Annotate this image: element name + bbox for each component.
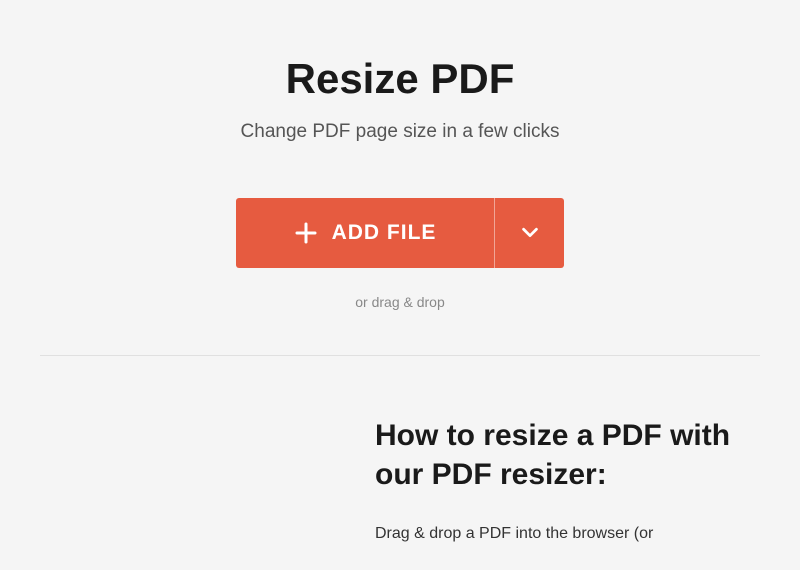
howto-section: How to resize a PDF with our PDF resizer…: [0, 356, 800, 546]
plus-icon: [294, 221, 318, 245]
hero-section: Resize PDF Change PDF page size in a few…: [0, 55, 800, 355]
add-file-button[interactable]: ADD FILE: [236, 198, 495, 268]
howto-content: How to resize a PDF with our PDF resizer…: [375, 416, 760, 546]
upload-options-dropdown-button[interactable]: [494, 198, 564, 268]
howto-title: How to resize a PDF with our PDF resizer…: [375, 416, 760, 494]
add-file-label: ADD FILE: [332, 221, 437, 245]
drag-drop-hint: or drag & drop: [0, 294, 800, 310]
howto-paragraph: Drag & drop a PDF into the browser (or: [375, 522, 760, 546]
chevron-down-icon: [519, 221, 541, 246]
page-subtitle: Change PDF page size in a few clicks: [0, 121, 800, 143]
upload-button-group: ADD FILE: [236, 198, 565, 268]
page-title: Resize PDF: [0, 55, 800, 103]
main-container: Resize PDF Change PDF page size in a few…: [0, 0, 800, 546]
